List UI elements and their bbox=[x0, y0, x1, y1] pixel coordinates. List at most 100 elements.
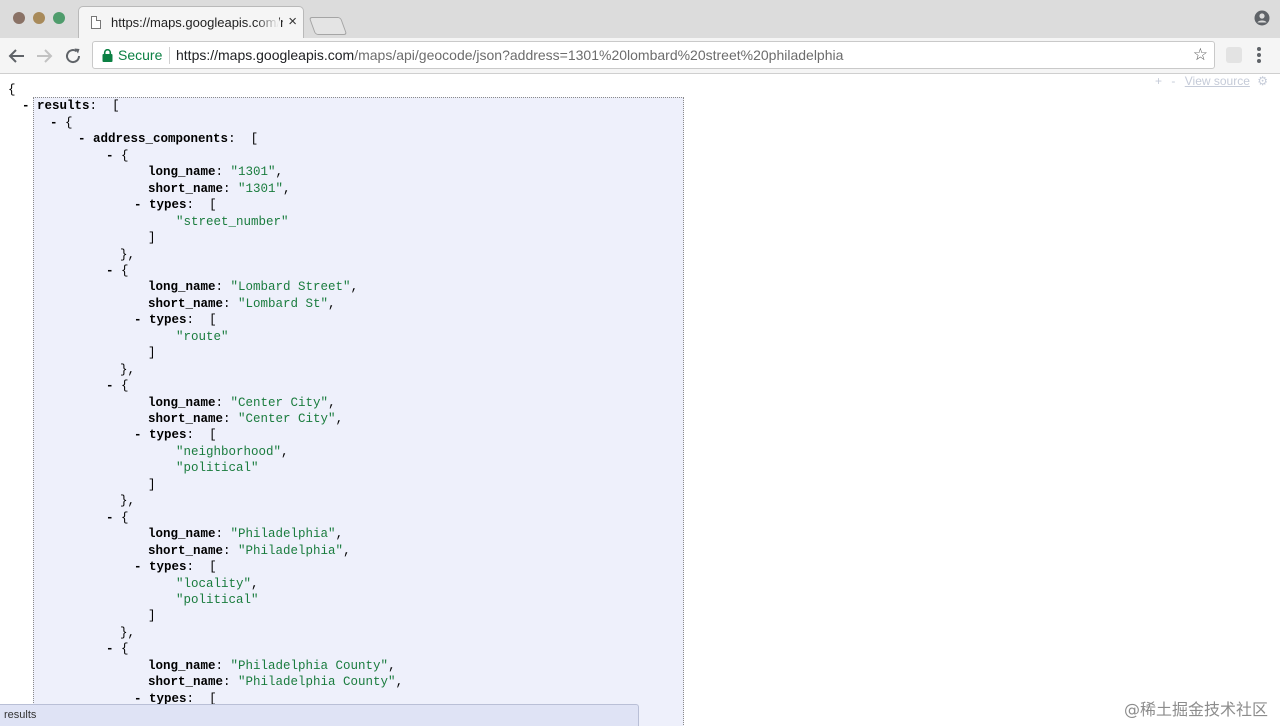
json-string-value: "neighborhood" bbox=[176, 444, 282, 459]
json-key: types bbox=[149, 313, 187, 328]
view-source-link[interactable]: View source bbox=[1185, 74, 1250, 88]
json-line: short_name: "Lombard St", bbox=[148, 296, 336, 311]
more-vertical-icon[interactable] bbox=[1257, 47, 1261, 65]
json-punctuation: , bbox=[328, 395, 336, 410]
json-key: types bbox=[149, 560, 187, 575]
collapse-toggle[interactable]: - bbox=[22, 99, 30, 113]
reload-icon[interactable] bbox=[62, 45, 84, 67]
secure-label: Secure bbox=[118, 47, 163, 63]
json-punctuation: ] bbox=[148, 346, 156, 361]
collapse-toggle[interactable]: - bbox=[134, 313, 142, 327]
json-line: "neighborhood", bbox=[176, 444, 289, 460]
json-punctuation: { bbox=[121, 148, 129, 163]
window-minimize-button[interactable] bbox=[33, 12, 45, 24]
json-key: long_name bbox=[148, 165, 216, 180]
json-line: "route" bbox=[176, 329, 229, 345]
json-punctuation: { bbox=[121, 263, 129, 278]
json-line: long_name: "Philadelphia", bbox=[148, 527, 344, 542]
collapse-toggle[interactable]: - bbox=[106, 642, 114, 656]
json-brace: { bbox=[8, 83, 16, 97]
json-line: long_name: "1301", bbox=[148, 165, 284, 180]
tab-close-icon[interactable]: × bbox=[288, 13, 297, 31]
omnibox-divider bbox=[169, 47, 170, 64]
json-line: - { bbox=[106, 378, 129, 394]
json-key: long_name bbox=[148, 395, 216, 410]
json-key: short_name bbox=[148, 296, 224, 311]
json-string-value: "route" bbox=[176, 329, 229, 344]
json-punctuation: , bbox=[395, 675, 404, 690]
url-host: https://maps.googleapis.com bbox=[176, 47, 355, 63]
json-line: - types: [ bbox=[134, 560, 217, 575]
gear-icon[interactable]: ⚙ bbox=[1257, 74, 1268, 88]
back-arrow-icon[interactable] bbox=[6, 45, 28, 67]
json-line: - { bbox=[106, 263, 129, 279]
json-punctuation: , bbox=[251, 576, 259, 591]
collapse-all-button[interactable]: - bbox=[1171, 74, 1175, 88]
collapse-toggle[interactable]: - bbox=[134, 198, 142, 212]
json-punctuation: { bbox=[121, 642, 129, 657]
collapse-toggle[interactable]: - bbox=[106, 379, 114, 393]
json-line: - { bbox=[106, 148, 129, 164]
json-string-value: "Center City" bbox=[238, 412, 336, 426]
page-content: + - View source ⚙ {- results: [- {- addr… bbox=[0, 74, 1280, 726]
json-viewer-controls: + - View source ⚙ bbox=[1155, 74, 1268, 88]
collapse-toggle[interactable]: - bbox=[50, 116, 58, 130]
collapse-toggle[interactable]: - bbox=[134, 428, 142, 442]
json-key: short_name bbox=[148, 543, 224, 558]
collapse-toggle[interactable]: - bbox=[106, 149, 114, 163]
bookmark-star-icon[interactable]: ☆ bbox=[1193, 46, 1208, 64]
new-tab-button[interactable] bbox=[308, 17, 348, 35]
json-punctuation: }, bbox=[120, 494, 136, 509]
json-punctuation: [ bbox=[104, 99, 120, 114]
json-punctuation: , bbox=[350, 280, 359, 295]
address-bar[interactable]: Secure https://maps.googleapis.com/maps/… bbox=[92, 41, 1215, 69]
profile-icon[interactable] bbox=[1254, 10, 1270, 26]
window-maximize-button[interactable] bbox=[53, 12, 65, 24]
json-line: ] bbox=[148, 345, 156, 361]
json-key: results bbox=[37, 99, 90, 114]
json-punctuation: [ bbox=[201, 198, 217, 213]
json-key: short_name bbox=[148, 675, 224, 690]
json-key: types bbox=[149, 428, 187, 443]
json-punctuation: }, bbox=[120, 247, 136, 262]
json-punctuation: }, bbox=[120, 625, 136, 640]
json-punctuation: { bbox=[65, 115, 73, 130]
json-string-value: "1301" bbox=[238, 181, 284, 196]
json-line: }, bbox=[120, 493, 135, 509]
json-line: - results: [ bbox=[22, 99, 120, 114]
collapse-toggle[interactable]: - bbox=[106, 511, 114, 525]
forward-arrow-icon[interactable] bbox=[33, 45, 55, 67]
json-punctuation: , bbox=[283, 181, 291, 196]
json-punctuation: , bbox=[281, 444, 289, 459]
json-key: long_name bbox=[148, 280, 216, 295]
json-line: long_name: "Lombard Street", bbox=[148, 280, 359, 295]
expand-all-button[interactable]: + bbox=[1155, 74, 1162, 88]
browser-tab[interactable]: https://maps.googleapis.com/maps/api/geo… bbox=[78, 6, 304, 38]
json-line: ] bbox=[148, 608, 156, 624]
json-punctuation: , bbox=[335, 527, 344, 542]
json-line: - { bbox=[106, 510, 129, 526]
json-string-value: "Lombard St" bbox=[238, 296, 329, 311]
json-line: }, bbox=[120, 362, 135, 378]
window-title-bar: https://maps.googleapis.com/maps/api/geo… bbox=[0, 0, 1280, 38]
json-punctuation: [ bbox=[201, 313, 217, 328]
json-line: "locality", bbox=[176, 576, 259, 592]
collapse-toggle[interactable]: - bbox=[78, 132, 86, 146]
json-line: }, bbox=[120, 247, 135, 263]
json-string-value: "Philadelphia County" bbox=[238, 675, 396, 690]
json-string-value: "Lombard Street" bbox=[230, 280, 351, 295]
json-line: short_name: "1301", bbox=[148, 181, 291, 196]
json-string-value: "Philadelphia County" bbox=[230, 658, 389, 673]
extension-icon[interactable] bbox=[1226, 47, 1242, 63]
collapse-toggle[interactable]: - bbox=[106, 264, 114, 278]
json-line: - types: [ bbox=[134, 198, 217, 213]
json-key: short_name bbox=[148, 181, 224, 196]
url-text[interactable]: https://maps.googleapis.com/maps/api/geo… bbox=[176, 47, 843, 63]
json-line: - { bbox=[106, 641, 129, 657]
window-close-button[interactable] bbox=[13, 12, 25, 24]
json-key: long_name bbox=[148, 527, 216, 542]
json-string-value: "Philadelphia" bbox=[230, 527, 336, 542]
collapse-toggle[interactable]: - bbox=[134, 560, 142, 574]
json-line: { bbox=[8, 82, 16, 98]
json-punctuation: , bbox=[335, 412, 344, 426]
